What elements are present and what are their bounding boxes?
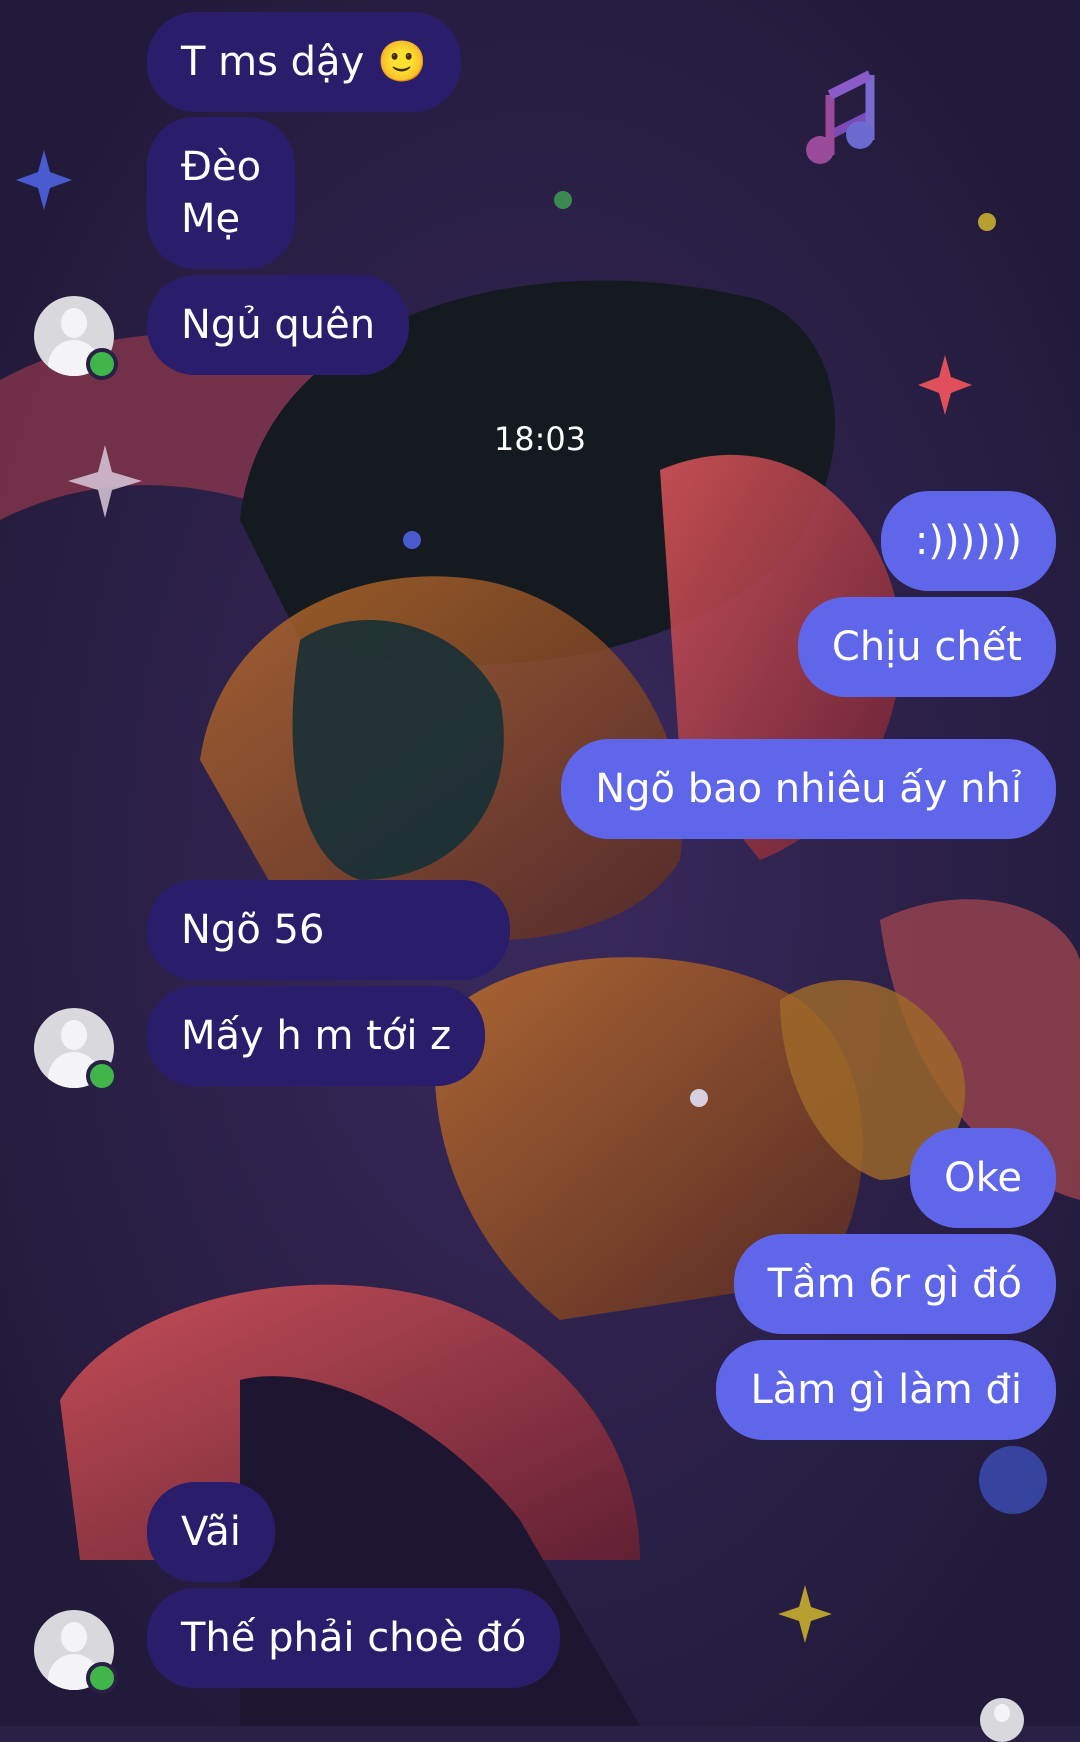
user-silhouette-icon bbox=[61, 308, 87, 338]
message-outgoing[interactable]: :)))))) bbox=[880, 491, 1056, 591]
message-incoming[interactable]: Vãi bbox=[147, 1482, 275, 1582]
message-outgoing[interactable]: Oke bbox=[910, 1128, 1056, 1228]
message-incoming[interactable]: Ngủ quên bbox=[147, 275, 410, 375]
message-outgoing[interactable]: Chịu chết bbox=[797, 597, 1056, 697]
message-outgoing[interactable]: Làm gì làm đi bbox=[716, 1340, 1056, 1440]
user-silhouette-icon bbox=[61, 1020, 87, 1050]
message-timestamp: 18:03 bbox=[493, 420, 587, 458]
message-incoming[interactable]: Đèo Mẹ bbox=[147, 117, 296, 269]
online-status-icon bbox=[86, 1662, 118, 1694]
message-outgoing[interactable]: Ngõ bao nhiêu ấy nhỉ bbox=[561, 739, 1056, 839]
user-silhouette-icon bbox=[994, 1704, 1010, 1722]
message-outgoing[interactable]: Tầm 6r gì đó bbox=[733, 1234, 1056, 1334]
chat-wallpaper bbox=[0, 0, 1080, 1726]
message-incoming[interactable]: Ngõ 56 bbox=[147, 880, 511, 980]
seen-indicator-avatar bbox=[980, 1698, 1024, 1742]
message-incoming[interactable]: Thế phải choè đó bbox=[147, 1588, 561, 1688]
user-silhouette-icon bbox=[61, 1622, 87, 1652]
message-incoming[interactable]: T ms dậy 🙂 bbox=[147, 12, 461, 112]
online-status-icon bbox=[86, 348, 118, 380]
online-status-icon bbox=[86, 1060, 118, 1092]
message-incoming[interactable]: Mấy h m tới z bbox=[147, 986, 486, 1086]
